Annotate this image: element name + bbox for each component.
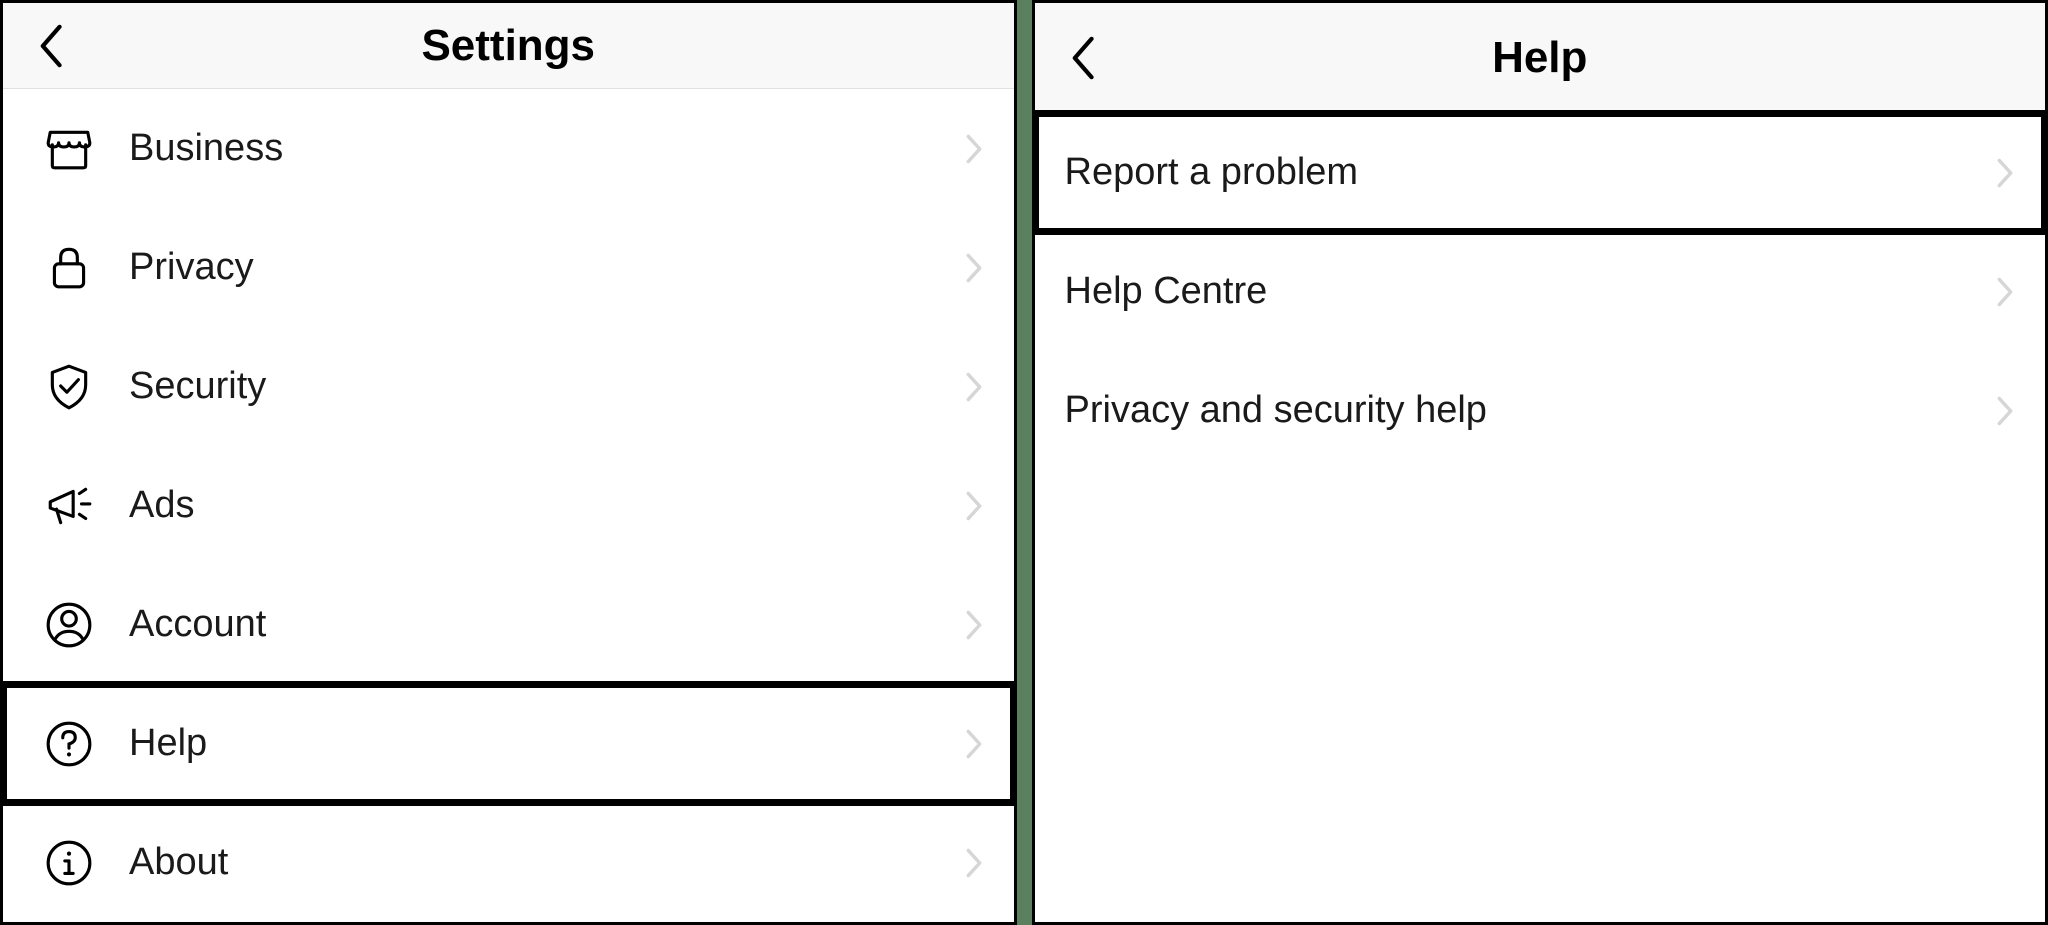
settings-list: Business Privacy [3,89,1014,922]
question-circle-icon [43,718,95,770]
settings-screen: Settings Business Privacy [0,0,1017,925]
chevron-right-icon [964,609,984,641]
settings-item-account[interactable]: Account [3,565,1014,684]
help-screen: Help Report a problem Help Centre Privac… [1032,0,2048,925]
settings-item-security[interactable]: Security [3,327,1014,446]
chevron-left-icon [33,22,67,70]
settings-item-privacy[interactable]: Privacy [3,208,1014,327]
settings-header: Settings [3,3,1014,89]
help-item-label: Privacy and security help [1065,389,1996,432]
back-button[interactable] [33,22,67,70]
info-circle-icon [43,837,95,889]
shield-icon [43,361,95,413]
settings-item-label: Ads [129,484,964,527]
chevron-right-icon [964,252,984,284]
settings-item-help[interactable]: Help [3,684,1014,803]
chevron-right-icon [1995,276,2015,308]
help-item-privacy-security[interactable]: Privacy and security help [1035,351,2046,470]
chevron-right-icon [964,847,984,879]
help-item-help-centre[interactable]: Help Centre [1035,232,2046,351]
chevron-right-icon [964,371,984,403]
chevron-right-icon [1995,395,2015,427]
settings-item-ads[interactable]: Ads [3,446,1014,565]
chevron-right-icon [1995,157,2015,189]
person-circle-icon [43,599,95,651]
settings-item-label: Privacy [129,246,964,289]
chevron-right-icon [964,728,984,760]
help-item-report-problem[interactable]: Report a problem [1035,113,2046,232]
page-title: Settings [23,21,994,71]
settings-item-label: Security [129,365,964,408]
settings-item-business[interactable]: Business [3,89,1014,208]
help-item-label: Report a problem [1065,151,1996,194]
storefront-icon [43,123,95,175]
help-header: Help [1035,3,2046,113]
chevron-right-icon [964,490,984,522]
settings-item-label: Account [129,603,964,646]
back-button[interactable] [1065,34,1099,82]
chevron-left-icon [1065,34,1099,82]
lock-icon [43,242,95,294]
chevron-right-icon [964,133,984,165]
page-title: Help [1055,33,2026,83]
settings-item-label: Business [129,127,964,170]
settings-item-label: Help [129,722,964,765]
settings-item-label: About [129,841,964,884]
megaphone-icon [43,480,95,532]
help-item-label: Help Centre [1065,270,1996,313]
settings-item-about[interactable]: About [3,803,1014,922]
help-list: Report a problem Help Centre Privacy and… [1035,113,2046,922]
